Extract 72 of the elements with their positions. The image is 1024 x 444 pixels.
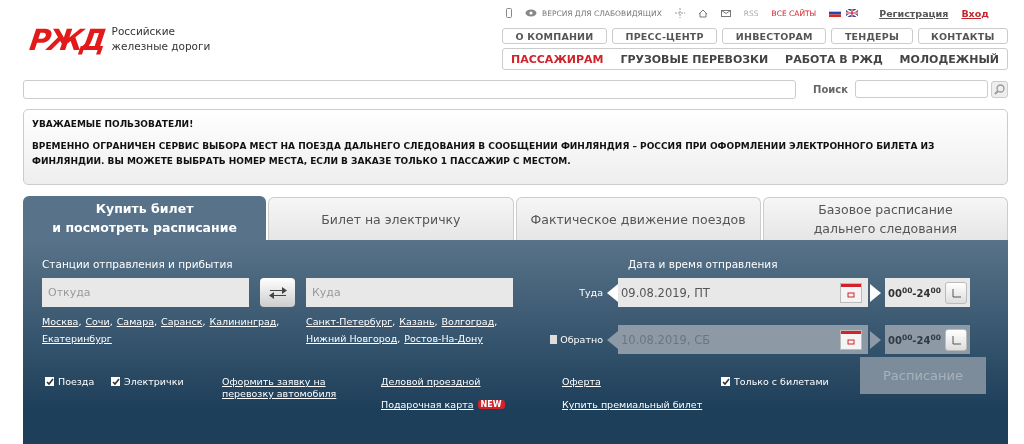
logo-text: Российские [111,24,176,39]
main-nav-link[interactable]: ПАССАЖИРАМ [511,52,604,66]
gift-card-link[interactable]: Подарочная карта [381,399,474,410]
date-label: Дата и время отправления [628,258,779,272]
tab[interactable]: Купить билет и посмотреть расписание [23,196,267,240]
stations-label: Станции отправления и прибытия [42,258,234,272]
separator-text: , [276,316,280,328]
separator-text: , [392,316,396,328]
nav-button[interactable]: КОНТАКТЫ [917,28,1008,44]
time-field[interactable]: 00$^{00}$-24$^{00}$ [885,278,970,307]
swap-icon [267,284,288,301]
checkbox[interactable] [111,377,120,386]
search-label: Поиск [813,83,849,95]
time-button[interactable] [945,328,967,351]
main-nav-link[interactable]: МОЛОДЕЖНЫЙ [899,52,999,66]
search-button[interactable] [991,80,1008,98]
tickets-only-checkbox[interactable]: Только с билетами [721,376,860,387]
main-nav-link[interactable]: РАБОТА В РЖД [785,52,883,66]
trip-label: Туда [579,287,603,298]
eye-icon[interactable] [525,9,537,17]
date-field[interactable]: 09.08.2019, ПТ [618,278,868,307]
separator-text: , [154,316,157,328]
city-link[interactable]: Сочи [85,316,110,328]
tab[interactable]: Базовое расписание дальнего следования [762,197,1008,240]
input-field[interactable] [23,79,797,99]
premium-ticket-link[interactable]: Купить премиальный билет [562,399,721,410]
notice-text: ВРЕМЕННО ОГРАНИЧЕН СЕРВИС ВЫБОРА МЕСТ НА ПОЕЗДА ДАЛЬНЕГО СЛЕДОВАНИЯ В СООБЩЕНИИ ФИНЛЯНДИЯ – РОССИЯ ПРИ ОФОРМЛЕНИИ ЭЛЕКТРОННОГО БИЛЕТА ИЗ ФИНЛЯНДИИ. ВЫ МОЖЕТЕ ВЫБРАТЬ НОМЕР МЕСТА, ЕСЛИ В ЗАКАЗЕ ТОЛЬКО 1 ПАССАЖИР С МЕСТОМ. [32,140,936,168]
city-link[interactable]: Самара [116,316,154,328]
mail-icon[interactable] [720,9,731,17]
checkbox[interactable] [45,377,54,386]
main-nav-link[interactable]: ГРУЗОВЫЕ ПЕРЕВОЗКИ [620,52,769,66]
to-field[interactable]: Куда [306,278,513,307]
from-field[interactable]: Откуда [42,278,249,307]
trip-label: Обратно [560,334,603,345]
calendar-icon[interactable] [840,282,862,303]
uk-flag-icon[interactable] [846,9,859,17]
checkbox[interactable] [721,377,730,386]
separator-text: , [397,333,401,345]
car-transport-link[interactable]: Оформить заявку на перевозку автомобиля [222,376,340,400]
russian-flag-icon[interactable] [829,9,842,17]
nav-button[interactable]: ИНВЕСТОРАМ [722,28,827,44]
nav-button[interactable]: ТЕНДЕРЫ [831,28,913,44]
logo-text: железные дороги [111,39,211,54]
offer-link[interactable]: Оферта [562,376,721,387]
filter-checkbox[interactable]: Электрички [111,376,222,387]
nav-button[interactable]: ПРЕСС-ЦЕНТР [611,28,718,44]
register-link[interactable]: Регистрация [879,7,949,19]
separator-text: , [109,316,113,328]
separator-text: , [78,316,82,328]
business-pass-link[interactable]: Деловой проездной [381,376,562,387]
tab[interactable]: Фактическое движение поездов [515,197,761,240]
search-icon [994,83,1006,95]
login-link[interactable]: Вход [961,7,989,19]
home-icon[interactable] [697,8,708,18]
notice-title: УВАЖАЕМЫЕ ПОЛЬЗОВАТЕЛИ! [32,119,195,129]
swap-button[interactable] [260,278,295,307]
separator-text: , [434,316,438,328]
tab[interactable]: Билет на электричку [268,197,514,240]
city-link[interactable]: Екатеринбург [42,333,112,345]
nav-button[interactable]: О КОМПАНИИ [502,28,607,44]
city-link[interactable]: Казань [399,316,435,328]
new-badge: NEW [477,400,505,409]
separator-text: , [202,316,206,328]
phone-icon[interactable] [506,8,512,18]
time-button[interactable] [945,281,967,304]
city-link[interactable]: Ростов-На-Дону [404,333,483,345]
city-link[interactable]: Саранск [161,316,203,328]
logo[interactable]: РЖД [27,24,109,56]
filter-checkbox[interactable]: Поезда [45,376,111,387]
search-field[interactable] [855,80,989,98]
separator-text: , [494,316,498,328]
city-link[interactable]: Санкт-Петербург [306,316,393,328]
